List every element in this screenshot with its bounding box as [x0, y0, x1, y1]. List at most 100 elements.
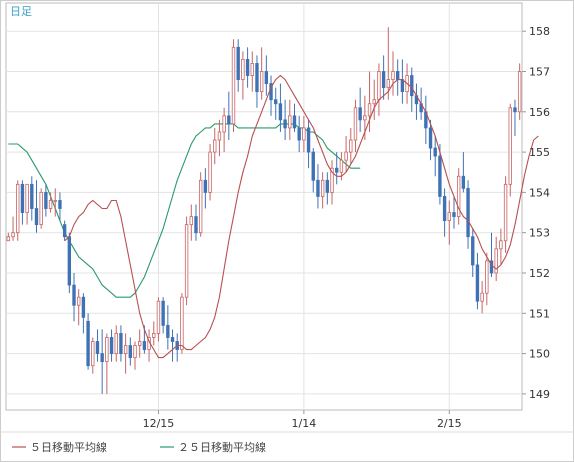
candle-body: [461, 175, 466, 189]
candle-body: [203, 179, 208, 193]
y-tick-label: 155: [529, 146, 550, 159]
y-tick-label: 154: [529, 186, 550, 199]
candle-body: [217, 131, 222, 141]
candle-body: [161, 300, 165, 326]
candle-body: [194, 216, 198, 234]
candle-body: [283, 119, 287, 129]
y-tick-label: 150: [529, 348, 550, 361]
legend-label: ２５日移動平均線: [178, 440, 266, 454]
candle-body: [302, 127, 306, 141]
candle-body: [236, 46, 240, 80]
candle-body: [288, 115, 292, 129]
candle-body: [367, 103, 372, 117]
candle-body: [274, 99, 278, 105]
candle-body: [184, 224, 189, 298]
x-tick-label: 1/14: [292, 417, 317, 430]
candle-body: [480, 292, 484, 302]
candle-body: [250, 63, 254, 76]
candle-body: [316, 179, 320, 197]
candle-body: [166, 324, 170, 338]
candle-body: [485, 260, 489, 294]
candle-body: [447, 212, 451, 222]
candle-body: [152, 333, 156, 338]
candle-body: [119, 333, 123, 354]
candle-body: [189, 216, 193, 226]
candle-body: [39, 191, 43, 226]
candle-body: [91, 341, 95, 367]
candle-body: [452, 212, 456, 217]
candle-body: [20, 183, 25, 213]
candle-body: [58, 200, 62, 209]
candle-body: [335, 167, 339, 173]
y-tick-label: 149: [529, 388, 550, 401]
candle-body: [100, 353, 104, 363]
candle-body: [6, 236, 11, 242]
y-tick-label: 158: [529, 25, 550, 38]
candle-body: [517, 71, 522, 113]
candle-body: [25, 183, 29, 213]
candle-body: [396, 71, 400, 80]
candle-body: [198, 179, 203, 234]
candle-body: [410, 75, 414, 97]
legend-label: ５日移動平均線: [30, 440, 107, 454]
candle-body: [222, 115, 226, 133]
candle-body: [320, 179, 325, 197]
candle-body: [381, 71, 386, 89]
candle-body: [311, 151, 315, 181]
chart-title: 日足: [10, 5, 32, 18]
candle-body: [30, 183, 34, 209]
candle-body: [95, 341, 100, 354]
candle-body: [72, 284, 76, 306]
candle-body: [142, 341, 147, 350]
candle-body: [499, 240, 503, 250]
candle-body: [62, 224, 67, 238]
candle-body: [428, 127, 433, 149]
candle-body: [170, 337, 175, 342]
candle-body: [109, 337, 114, 354]
candle-body: [433, 147, 437, 157]
candle-body: [34, 208, 39, 226]
y-tick-label: 156: [529, 106, 550, 119]
candle-body: [245, 59, 250, 76]
candle-body: [81, 296, 86, 318]
y-tick-label: 152: [529, 267, 550, 280]
candle-body: [353, 107, 358, 141]
candle-body: [513, 107, 517, 113]
candle-body: [344, 151, 348, 161]
chart-container: 158 157 156 155 154 153 152 151 150 149 12/15 1/14 2…: [0, 0, 574, 462]
candle-body: [255, 63, 259, 93]
candle-body: [114, 333, 118, 354]
candle-body: [11, 232, 15, 238]
candle-body: [349, 139, 353, 153]
candle-body: [86, 320, 90, 367]
candle-body: [231, 46, 236, 125]
candle-body: [475, 264, 480, 302]
candle-body: [278, 103, 283, 121]
candle-body: [292, 115, 297, 129]
candle-body: [442, 196, 447, 222]
candle-body: [180, 296, 184, 350]
candle-body: [372, 99, 376, 105]
candle-body: [208, 151, 212, 193]
candle-body: [241, 59, 245, 80]
x-tick-label: 2/15: [437, 417, 462, 430]
candle-body: [358, 107, 362, 121]
candle-body: [400, 79, 405, 93]
candle-body: [123, 345, 128, 354]
candle-body: [438, 155, 442, 197]
candle-body: [508, 107, 512, 185]
candle-body: [339, 159, 344, 173]
candle-body: [138, 341, 142, 346]
candle-body: [471, 236, 475, 266]
y-tick-label: 157: [529, 66, 550, 79]
candle-body: [264, 71, 269, 84]
candle-body: [377, 71, 381, 101]
candle-body: [67, 236, 72, 286]
candle-body: [128, 345, 132, 359]
y-tick-label: 153: [529, 227, 550, 240]
candle-body: [259, 71, 264, 93]
candle-body: [77, 296, 81, 306]
candle-body: [213, 139, 217, 153]
x-tick-label: 12/15: [143, 417, 175, 430]
y-tick-label: 151: [529, 307, 550, 320]
